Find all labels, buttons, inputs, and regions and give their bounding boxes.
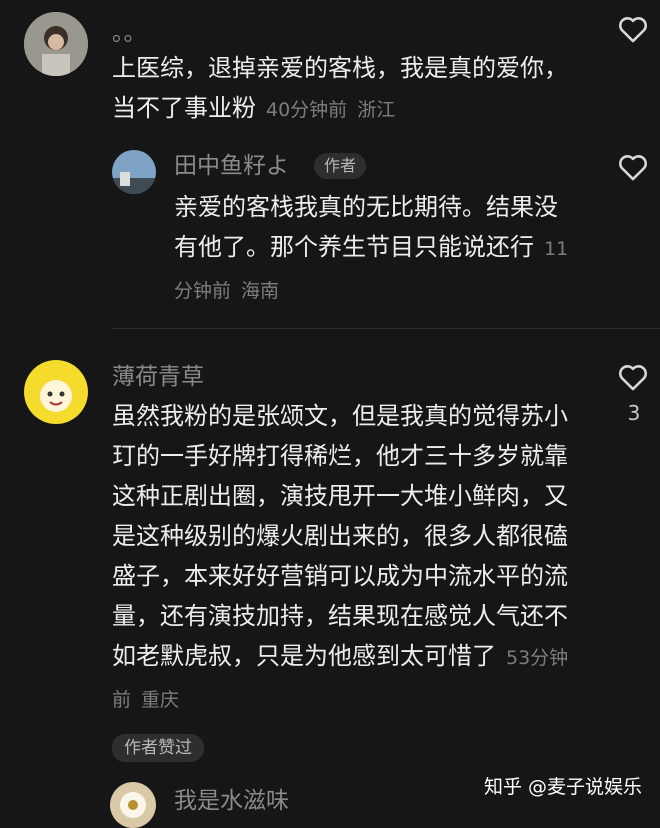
divider	[112, 328, 660, 329]
reply-text-block: 亲爱的客栈我真的无比期待。结果没有他了。那个养生节目只能说还行 11分钟前 海南	[174, 187, 570, 311]
reply-text: 亲爱的客栈我真的无比期待。结果没有他了。那个养生节目只能说还行	[174, 193, 558, 261]
author-badge: 作者	[314, 153, 367, 179]
like-count: 3	[627, 401, 641, 425]
avatar[interactable]	[24, 12, 88, 76]
comment-text-block-2: 虽然我粉的是张颂文，但是我真的觉得苏小玎的一手好牌打得稀烂，他才三十多岁就靠这种…	[112, 396, 576, 720]
avatar-image	[24, 12, 88, 76]
comment-text-block: 上医综，退掉亲爱的客栈，我是真的爱你，当不了事业粉 40分钟前 浙江	[112, 48, 572, 130]
comment-username-2[interactable]: 薄荷青草	[112, 362, 204, 392]
like-heart-icon[interactable]	[616, 12, 650, 46]
reply-username[interactable]: 田中鱼籽よ	[174, 151, 289, 181]
comment-location-2: 重庆	[141, 689, 180, 711]
comment-location: 浙江	[357, 99, 396, 121]
like-heart-icon-2[interactable]	[616, 360, 650, 394]
reply-avatar-image	[112, 150, 156, 194]
comment-time: 40分钟前	[266, 99, 348, 121]
watermark: 知乎 @麦子说娱乐	[484, 776, 643, 798]
avatar-2[interactable]	[24, 360, 88, 424]
avatar-3[interactable]	[110, 782, 156, 828]
reply-like-heart-icon[interactable]	[616, 150, 650, 184]
reply-avatar[interactable]	[112, 150, 156, 194]
reply-location: 海南	[241, 280, 280, 302]
avatar-2-image	[24, 360, 88, 424]
avatar-3-image	[110, 782, 156, 828]
comment-username[interactable]: 。。	[112, 18, 147, 48]
author-liked-badge: 作者赞过	[112, 734, 204, 762]
comment-username-3[interactable]: 我是水滋味	[174, 786, 289, 816]
comment-text-2: 虽然我粉的是张颂文，但是我真的觉得苏小玎的一手好牌打得稀烂，他才三十多岁就靠这种…	[112, 402, 568, 670]
